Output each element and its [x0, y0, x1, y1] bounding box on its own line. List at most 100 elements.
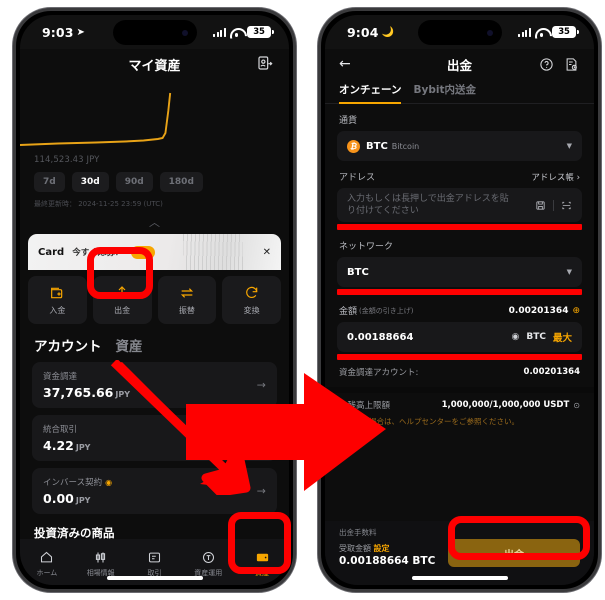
account-value: 4.22	[43, 438, 74, 453]
account-value: 0.00	[43, 491, 74, 506]
currency-symbol: BTC	[366, 140, 388, 152]
wallet-icon	[256, 553, 268, 561]
right-phone-screen: 9:04 🌙 35 ← 出金 オンチェーン Bybit内送金 通貨 ₿ BTC …	[325, 15, 594, 585]
network-select[interactable]: BTC ▼	[337, 257, 582, 287]
convert-refresh-icon	[245, 286, 257, 298]
address-input[interactable]: 入力もしくは長押しで出金アドレスを貼り付けてください	[337, 188, 582, 222]
action-transfer[interactable]: 振替	[157, 276, 217, 324]
tabbar-item-earn[interactable]: 資産運用	[181, 550, 235, 578]
range-180d[interactable]: 180d	[159, 172, 203, 192]
transfer-arrows-icon	[180, 287, 193, 298]
amount-input-right: ◉ BTC 最大	[512, 330, 572, 344]
right-phone-content: ← 出金 オンチェーン Bybit内送金 通貨 ₿ BTC Bitcoin ▼ …	[325, 49, 594, 585]
chart-line	[20, 92, 172, 146]
account-value: 37,765.66	[43, 385, 114, 400]
receive-value: 0.00188664 BTC	[339, 555, 436, 567]
home-indicator	[411, 576, 508, 580]
action-label: 出金	[114, 305, 131, 315]
action-convert[interactable]: 変換	[222, 276, 281, 324]
home-icon	[41, 551, 53, 562]
qr-scan-icon[interactable]	[561, 200, 572, 211]
max-button[interactable]: 最大	[553, 330, 572, 344]
range-selector: 7d 30d 90d 180d	[20, 165, 289, 192]
range-90d[interactable]: 90d	[115, 172, 153, 192]
receive-label: 受取金額	[339, 544, 371, 553]
currency-name: Bitcoin	[391, 141, 420, 151]
amount-input[interactable]: 0.00188664 ◉ BTC 最大	[337, 322, 582, 352]
comparison-screenshot: 9:03 ➤ 35 マイ資産 114,523.43 JPY 7d 30d 90d…	[0, 0, 605, 600]
front-camera-icon	[486, 29, 493, 36]
amount-value: 0.00188664	[347, 331, 414, 343]
tabbar-item-assets[interactable]: 資産	[235, 550, 289, 578]
history-document-icon[interactable]	[564, 57, 579, 72]
cellular-signal-icon	[517, 27, 531, 37]
back-arrow-icon[interactable]: ←	[339, 56, 351, 72]
card-brand-label: Card	[38, 246, 65, 258]
network-label-text: ネットワーク	[339, 242, 394, 252]
question-circle-icon[interactable]	[539, 57, 554, 72]
swap-unit-icon[interactable]: ◉	[512, 332, 520, 342]
chevron-down-icon: ▼	[566, 268, 572, 276]
account-unit: JPY	[75, 443, 91, 452]
withdraw-tabs: オンチェーン Bybit内送金	[325, 79, 594, 104]
account-unit: JPY	[75, 496, 91, 505]
earn-icon	[202, 551, 214, 563]
left-status-bar: 9:03 ➤ 35	[20, 15, 289, 49]
status-time: 9:03	[42, 24, 74, 40]
add-contact-icon[interactable]	[257, 55, 273, 71]
address-placeholder: 入力もしくは長押しで出金アドレスを貼り付けてください	[347, 193, 509, 216]
paste-icon[interactable]	[535, 200, 546, 211]
account-name: インバース契約	[43, 478, 103, 488]
amount-label-text: 金額	[339, 307, 358, 317]
amount-label-sub: (金額の引き上げ)	[359, 306, 414, 315]
action-withdraw[interactable]: 出金	[92, 276, 152, 324]
tab-onchain[interactable]: オンチェーン	[339, 82, 402, 104]
tab-assets[interactable]: 資産	[116, 335, 143, 355]
submit-withdraw-button[interactable]: 出金	[448, 539, 580, 567]
network-value: BTC	[347, 266, 369, 278]
address-label-text: アドレス	[339, 173, 376, 183]
wifi-icon	[230, 27, 243, 37]
trade-icon	[148, 552, 161, 562]
question-circle-icon[interactable]: ⊙	[573, 401, 580, 410]
receive-label-row: 受取金額 設定	[339, 543, 390, 554]
withdraw-header: ← 出金	[325, 49, 594, 79]
address-book-label: アドレス帳	[531, 172, 574, 183]
portfolio-amount: 114,523.43 JPY	[34, 155, 100, 165]
tabbar-item-markets[interactable]: 相場情報	[74, 550, 128, 578]
left-phone-frame: 9:03 ➤ 35 マイ資産 114,523.43 JPY 7d 30d 90d…	[13, 8, 296, 592]
battery-icon: 35	[247, 25, 274, 39]
status-time: 9:04	[347, 24, 379, 40]
close-icon[interactable]: ✕	[263, 247, 271, 258]
tabbar-item-home[interactable]: ホーム	[20, 550, 74, 578]
portfolio-chart	[20, 81, 289, 153]
btc-coin-icon: ₿	[347, 139, 360, 153]
plus-circle-icon[interactable]: ⊕	[572, 306, 580, 316]
tab-account[interactable]: アカウント	[34, 335, 102, 355]
receive-setting-link[interactable]: 設定	[374, 544, 390, 553]
home-indicator	[106, 576, 203, 580]
range-30d[interactable]: 30d	[71, 172, 109, 192]
address-book-link[interactable]: アドレス帳 ›	[531, 171, 580, 183]
arrow-right-icon[interactable]: ➜	[131, 245, 156, 259]
range-7d[interactable]: 7d	[34, 172, 65, 192]
left-phone-content: マイ資産 114,523.43 JPY 7d 30d 90d 180d 最終更新…	[20, 49, 289, 585]
tabbar-item-trade[interactable]: 取引	[128, 550, 182, 578]
tab-internal-transfer[interactable]: Bybit内送金	[413, 82, 475, 104]
right-phone-frame: 9:04 🌙 35 ← 出金 オンチェーン Bybit内送金 通貨 ₿ BTC …	[318, 8, 601, 592]
wifi-icon	[535, 27, 548, 37]
tabbar-label: ホーム	[36, 568, 58, 577]
banner-stripes-decor	[183, 234, 243, 270]
action-label: 変換	[243, 305, 260, 315]
action-deposit[interactable]: 入金	[28, 276, 87, 324]
chevron-up-icon[interactable]: ︿	[20, 214, 289, 230]
action-label: 振替	[178, 305, 195, 315]
fee-label: 出金手数料	[339, 528, 377, 537]
withdraw-up-arrow-icon	[116, 285, 129, 299]
currency-select[interactable]: ₿ BTC Bitcoin ▼	[337, 131, 582, 161]
cellular-signal-icon	[212, 27, 226, 37]
left-phone-screen: 9:03 ➤ 35 マイ資産 114,523.43 JPY 7d 30d 90d…	[20, 15, 289, 585]
card-promo-text: 今すぐ応募！	[72, 248, 124, 258]
card-promo-banner[interactable]: Card 今すぐ応募！ ➜ ✕	[28, 234, 281, 270]
funding-account-value: 0.00201364	[523, 367, 580, 377]
